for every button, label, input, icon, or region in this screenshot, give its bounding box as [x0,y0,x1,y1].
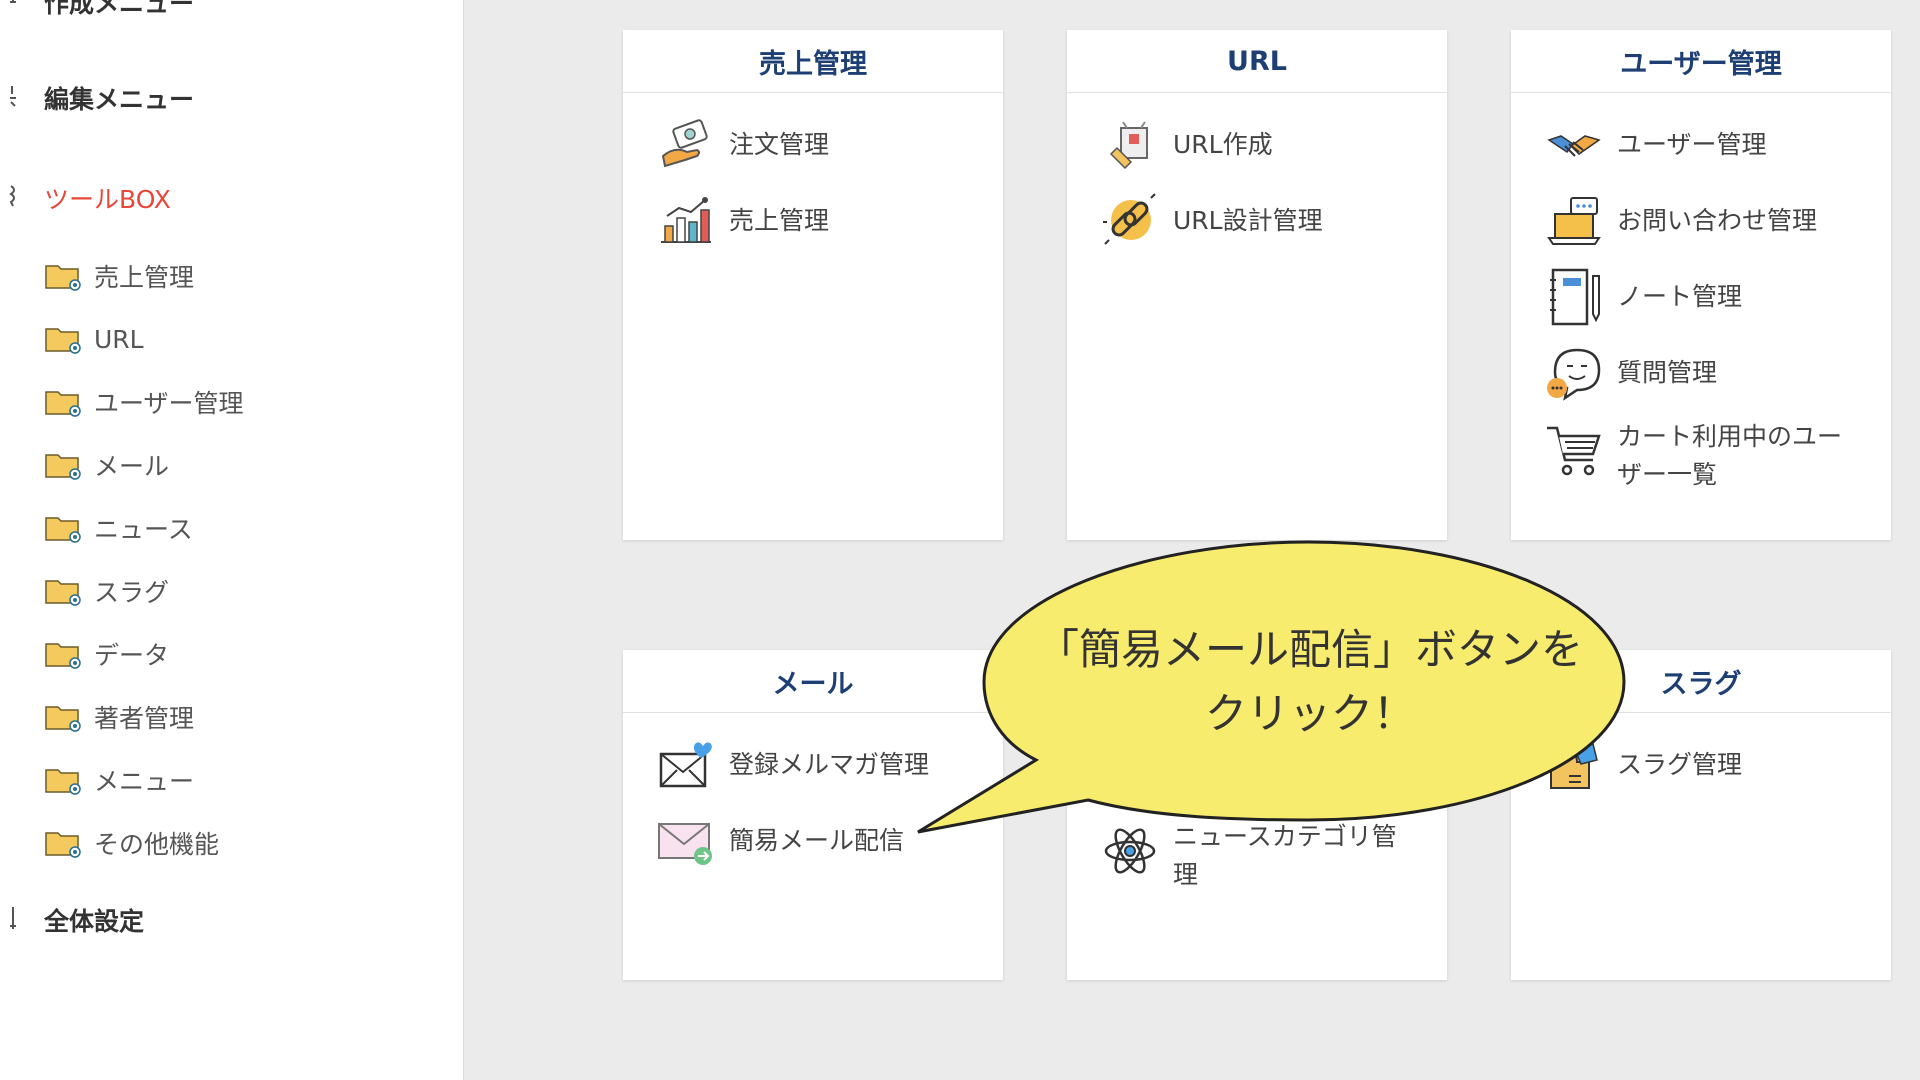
card-item-newsletter-management[interactable]: 登録メルマガ管理 [657,736,929,794]
order-hand-icon [661,119,708,168]
sidebar-item-label: その他機能 [94,830,220,859]
folder-icon [45,265,81,291]
sidebar-item-user[interactable]: ユーザー管理 [44,382,244,422]
card-item-order-management[interactable]: 注文管理 [657,116,829,174]
sidebar-item-other[interactable]: その他機能 [44,823,219,863]
toolbox-icon [9,185,15,207]
url-create-icon [1109,121,1148,170]
mail-heart-icon [659,742,712,788]
card-item-label: お問い合わせ管理 [1617,206,1818,235]
sidebar-item-slug[interactable]: スラグ [44,571,169,611]
sidebar: 作成メニュー 編集メニュー ツールBOX 売上管理 URL ユーザー管理 メール… [0,0,464,1080]
sidebar-item-label: スラグ [94,578,170,607]
card-item-simple-mail-delivery[interactable]: 簡易メール配信 [657,812,904,870]
card-title: 売上管理 [623,30,1003,93]
atom-icon [1104,828,1156,874]
sidebar-item-label: メニュー [94,767,195,796]
card-item-label: 登録メルマガ管理 [729,750,930,779]
card-sales: 売上管理 注文管理 売上管理 [623,30,1003,540]
global-settings-icon [10,907,16,929]
sidebar-item-sales[interactable]: 売上管理 [44,256,194,296]
notebook-icon [1550,268,1600,326]
card-item-label: 簡易メール配信 [729,826,905,855]
card-item-inquiry-management[interactable]: お問い合わせ管理 [1545,192,1817,250]
sidebar-section-edit-menu[interactable]: 編集メニュー [44,80,194,116]
sidebar-section-global-settings[interactable]: 全体設定 [44,902,144,938]
sidebar-item-label: データ [94,641,170,670]
card-item-label: ユーザー管理 [1617,130,1767,159]
folder-icon [45,643,81,669]
link-chain-icon [1103,193,1156,245]
sidebar-section-create-menu[interactable]: 作成メニュー [44,0,194,20]
card-title: ユーザー管理 [1511,30,1891,93]
card-mail: メール 登録メルマガ管理 簡易メール配信 [623,650,1003,980]
card-item-label: URL作成 [1173,130,1273,159]
sidebar-item-label: URL [94,324,144,354]
handshake-icon [1547,135,1601,157]
card-item-sales-management[interactable]: 売上管理 [657,192,829,250]
card-item-url-design[interactable]: URL設計管理 [1101,192,1323,250]
folder-icon [45,328,81,354]
sidebar-item-menu[interactable]: メニュー [44,760,194,800]
card-item-note-management[interactable]: ノート管理 [1545,268,1742,326]
sidebar-item-label: メール [94,452,170,481]
card-item-label: 質問管理 [1617,358,1718,387]
question-chat-icon [1547,348,1601,401]
callout-text: 「簡易メール配信」ボタンをクリック！ [1036,625,1583,738]
card-item-label: 売上管理 [729,206,830,235]
sidebar-section-toolbox[interactable]: ツールBOX [44,180,171,216]
card-item-label: URL設計管理 [1173,206,1323,235]
sidebar-item-news[interactable]: ニュース [44,508,193,548]
sidebar-item-label: 売上管理 [94,263,195,292]
sales-chart-icon [661,197,711,243]
card-item-label: ニュースカテゴリ管理 [1173,822,1397,889]
card-title: URL [1067,30,1447,93]
card-item-user-management[interactable]: ユーザー管理 [1545,116,1767,174]
sidebar-item-url[interactable]: URL [44,319,144,359]
sidebar-item-data[interactable]: データ [44,634,169,674]
folder-icon [45,580,81,606]
card-item-label: スラグ管理 [1617,750,1743,779]
card-item-news-category-management[interactable]: ニュースカテゴリ管理 [1101,818,1409,894]
folder-icon [45,517,81,543]
sidebar-item-label: 著者管理 [94,704,195,733]
card-item-question-management[interactable]: 質問管理 [1545,344,1717,402]
card-title: メール [623,650,1003,713]
card-item-label: カート利用中のユーザー一覧 [1617,422,1843,489]
card-item-label: ノート管理 [1617,282,1743,311]
sidebar-item-authors[interactable]: 著者管理 [44,697,194,737]
card-user: ユーザー管理 ユーザー管理 お問い合わせ管理 ノート管理 質問管理 カート利用中… [1511,30,1891,540]
mail-send-icon [658,823,712,865]
card-item-url-create[interactable]: URL作成 [1101,116,1273,174]
inquiry-laptop-icon [1547,197,1601,245]
folder-icon [45,454,81,480]
create-menu-icon [10,0,16,3]
cart-icon [1547,426,1601,476]
folder-icon [45,706,81,732]
folder-icon [45,391,81,417]
sidebar-item-label: ユーザー管理 [94,389,244,418]
sidebar-item-label: ニュース [94,515,193,544]
folder-icon [45,769,81,795]
folder-icon [45,832,81,858]
sidebar-item-mail[interactable]: メール [44,445,169,485]
card-item-cart-users[interactable]: カート利用中のユーザー一覧 [1545,418,1853,494]
card-item-label: 注文管理 [729,130,830,159]
edit-menu-icon [10,86,16,107]
card-url: URL URL作成 URL設計管理 [1067,30,1447,540]
